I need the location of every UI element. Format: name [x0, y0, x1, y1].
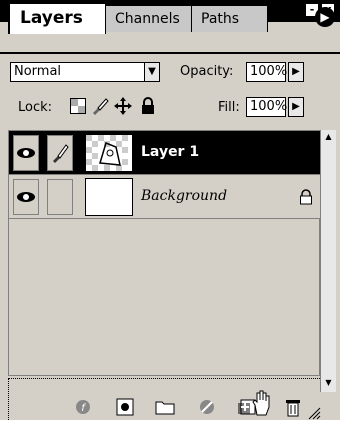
lock-position-icon[interactable] — [113, 96, 133, 116]
scroll-down-icon[interactable]: ▼ — [321, 376, 336, 390]
visibility-toggle[interactable] — [13, 179, 39, 215]
layer-name[interactable]: Layer 1 — [141, 144, 199, 160]
brush-icon — [53, 144, 69, 163]
scroll-up-icon[interactable]: ▲ — [321, 130, 336, 144]
layer-style-icon[interactable]: f — [71, 397, 95, 417]
layers-list: Layer 1 Background — [8, 130, 321, 376]
resize-grip-icon[interactable] — [307, 405, 321, 420]
lock-transparency-icon[interactable] — [70, 98, 86, 114]
layer-thumbnail — [85, 134, 133, 172]
layer-row-background[interactable]: Background — [9, 175, 321, 219]
blend-mode-value: Normal — [14, 64, 62, 79]
lock-icon — [299, 189, 313, 205]
add-mask-icon[interactable] — [113, 397, 137, 417]
trash-icon[interactable] — [281, 397, 305, 417]
opacity-label: Opacity: — [180, 64, 234, 79]
adjustment-layer-icon[interactable] — [195, 397, 219, 417]
layers-bottom-toolbar: f — [8, 378, 321, 420]
tab-layers[interactable]: Layers — [8, 3, 106, 34]
opacity-input[interactable]: 100% — [246, 62, 287, 82]
hand-cursor-icon — [249, 389, 273, 416]
tab-channels[interactable]: Channels — [104, 5, 192, 32]
eye-icon — [17, 192, 35, 202]
fill-slider-arrow-icon[interactable]: ▶ — [288, 97, 304, 117]
fill-label: Fill: — [218, 100, 240, 115]
link-brush-cell[interactable] — [47, 179, 73, 215]
layer-name[interactable]: Background — [141, 188, 227, 204]
layer-thumbnail — [85, 178, 133, 216]
visibility-toggle[interactable] — [13, 135, 39, 171]
opacity-slider-arrow-icon[interactable]: ▶ — [288, 62, 304, 82]
blend-mode-select[interactable]: Normal — [10, 62, 160, 82]
blend-mode-dropdown-icon[interactable]: ▼ — [144, 62, 160, 82]
link-brush-cell[interactable] — [47, 135, 73, 171]
layers-scrollbar[interactable]: ▲ ▼ — [320, 130, 336, 392]
lock-all-icon[interactable] — [140, 96, 156, 116]
lock-label: Lock: — [18, 100, 53, 115]
lock-paint-icon[interactable] — [90, 96, 110, 116]
tab-paths[interactable]: Paths — [190, 5, 268, 32]
fill-input[interactable]: 100% — [246, 97, 287, 117]
palette-menu-arrow-icon[interactable]: ▶ — [315, 7, 335, 27]
layers-palette: - x Paths Channels Layers ▶ Normal ▼ Opa… — [0, 0, 340, 420]
eye-icon — [17, 148, 35, 158]
layer-row-layer-1[interactable]: Layer 1 — [9, 131, 321, 175]
new-set-folder-icon[interactable] — [153, 397, 177, 417]
